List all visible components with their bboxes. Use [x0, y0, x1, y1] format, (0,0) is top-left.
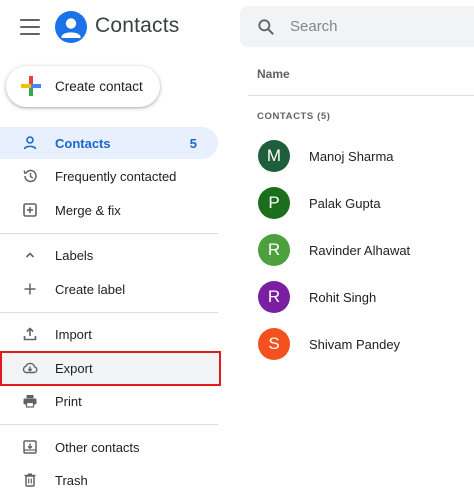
- plus-icon: [24, 283, 36, 295]
- contact-row[interactable]: R Ravinder Alhawat: [248, 230, 474, 270]
- avatar: P: [258, 187, 290, 219]
- contact-name: Shivam Pandey: [309, 337, 401, 352]
- sidebar-item-trash[interactable]: Trash: [0, 464, 218, 496]
- trash-icon: [24, 473, 36, 487]
- sidebar-item-labels[interactable]: Labels: [0, 239, 218, 271]
- sidebar-item-import[interactable]: Import: [0, 318, 218, 350]
- sidebar-divider: [0, 312, 218, 313]
- name-column-header[interactable]: Name: [257, 67, 290, 81]
- colorful-plus-icon: [21, 76, 41, 96]
- contact-row[interactable]: M Manoj Sharma: [248, 136, 474, 176]
- sidebar-item-label: Frequently contacted: [55, 169, 177, 184]
- contacts-section-label: CONTACTS (5): [257, 111, 331, 122]
- person-icon: [23, 136, 37, 150]
- avatar: S: [258, 328, 290, 360]
- create-contact-label: Create contact: [55, 79, 143, 94]
- sidebar-item-other-contacts[interactable]: Other contacts: [0, 431, 218, 463]
- sidebar-item-label: Contacts: [55, 136, 111, 151]
- sidebar-item-print[interactable]: Print: [0, 385, 218, 417]
- hamburger-menu-icon[interactable]: [20, 19, 40, 35]
- contact-name: Rohit Singh: [309, 290, 377, 305]
- inbox-icon: [23, 440, 37, 454]
- contact-name: Manoj Sharma: [309, 149, 394, 164]
- contact-row[interactable]: R Rohit Singh: [248, 277, 474, 317]
- chevron-up-icon[interactable]: [22, 247, 38, 263]
- search-bar[interactable]: Search: [240, 6, 474, 47]
- avatar: R: [258, 281, 290, 313]
- merge-fix-icon: [23, 203, 37, 217]
- sidebar-item-create-label[interactable]: Create label: [0, 273, 218, 305]
- sidebar-item-merge-fix[interactable]: Merge & fix: [0, 194, 218, 226]
- sidebar-item-label: Trash: [55, 473, 88, 488]
- sidebar-item-frequently-contacted[interactable]: Frequently contacted: [0, 160, 218, 192]
- sidebar-item-label: Print: [55, 394, 82, 409]
- sidebar-item-label: Create label: [55, 282, 126, 297]
- sidebar-item-contacts[interactable]: Contacts 5: [0, 127, 218, 159]
- sidebar-divider: [0, 424, 218, 425]
- history-icon: [23, 169, 37, 183]
- avatar: R: [258, 234, 290, 266]
- app-title: Contacts: [95, 14, 180, 37]
- contact-row[interactable]: P Palak Gupta: [248, 183, 474, 223]
- person-circle-icon: [55, 11, 87, 43]
- sidebar-item-label: Merge & fix: [55, 203, 121, 218]
- header-divider: [248, 95, 474, 96]
- printer-icon: [23, 395, 37, 408]
- upload-icon: [23, 327, 37, 341]
- contacts-count: 5: [189, 136, 197, 151]
- avatar: M: [258, 140, 290, 172]
- sidebar-item-label: Export: [55, 361, 93, 376]
- search-input[interactable]: Search: [290, 18, 338, 35]
- contact-name: Ravinder Alhawat: [309, 243, 411, 258]
- sidebar-item-export[interactable]: Export: [0, 352, 218, 384]
- create-contact-button[interactable]: Create contact: [6, 66, 160, 107]
- sidebar-divider: [0, 233, 218, 234]
- sidebar-item-label: Import: [55, 327, 92, 342]
- search-icon[interactable]: [256, 17, 276, 37]
- cloud-download-icon: [22, 362, 38, 374]
- contact-row[interactable]: S Shivam Pandey: [248, 324, 474, 364]
- sidebar-item-label: Other contacts: [55, 440, 140, 455]
- sidebar-item-label: Labels: [55, 248, 94, 263]
- contact-name: Palak Gupta: [309, 196, 381, 211]
